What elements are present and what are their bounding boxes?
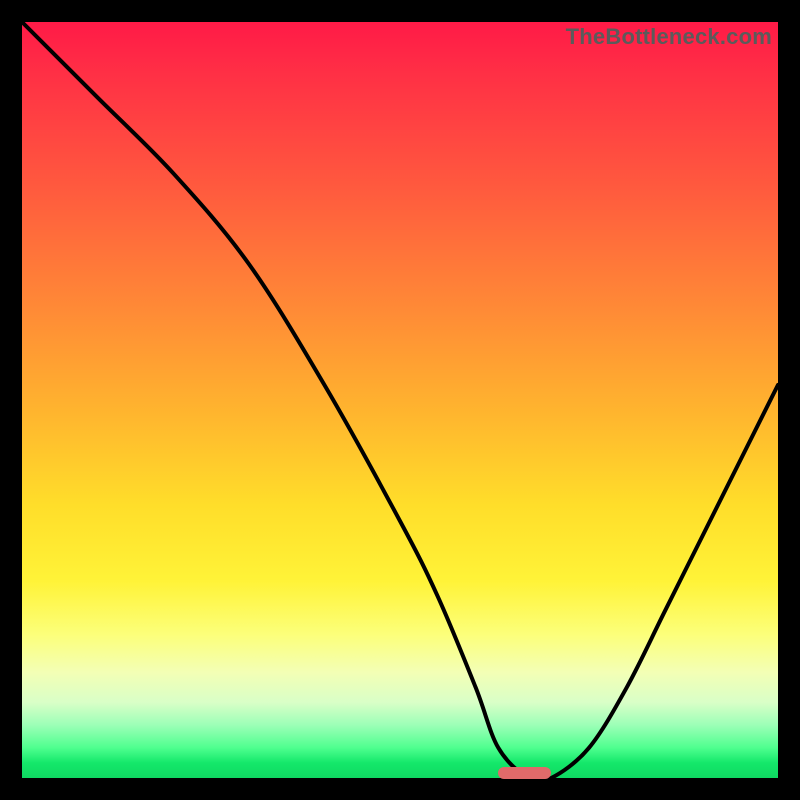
chart-frame: TheBottleneck.com [0,0,800,800]
bottleneck-curve [22,22,778,778]
curve-path [22,22,778,782]
plot-area: TheBottleneck.com [22,22,778,778]
optimal-range-marker [498,767,551,779]
